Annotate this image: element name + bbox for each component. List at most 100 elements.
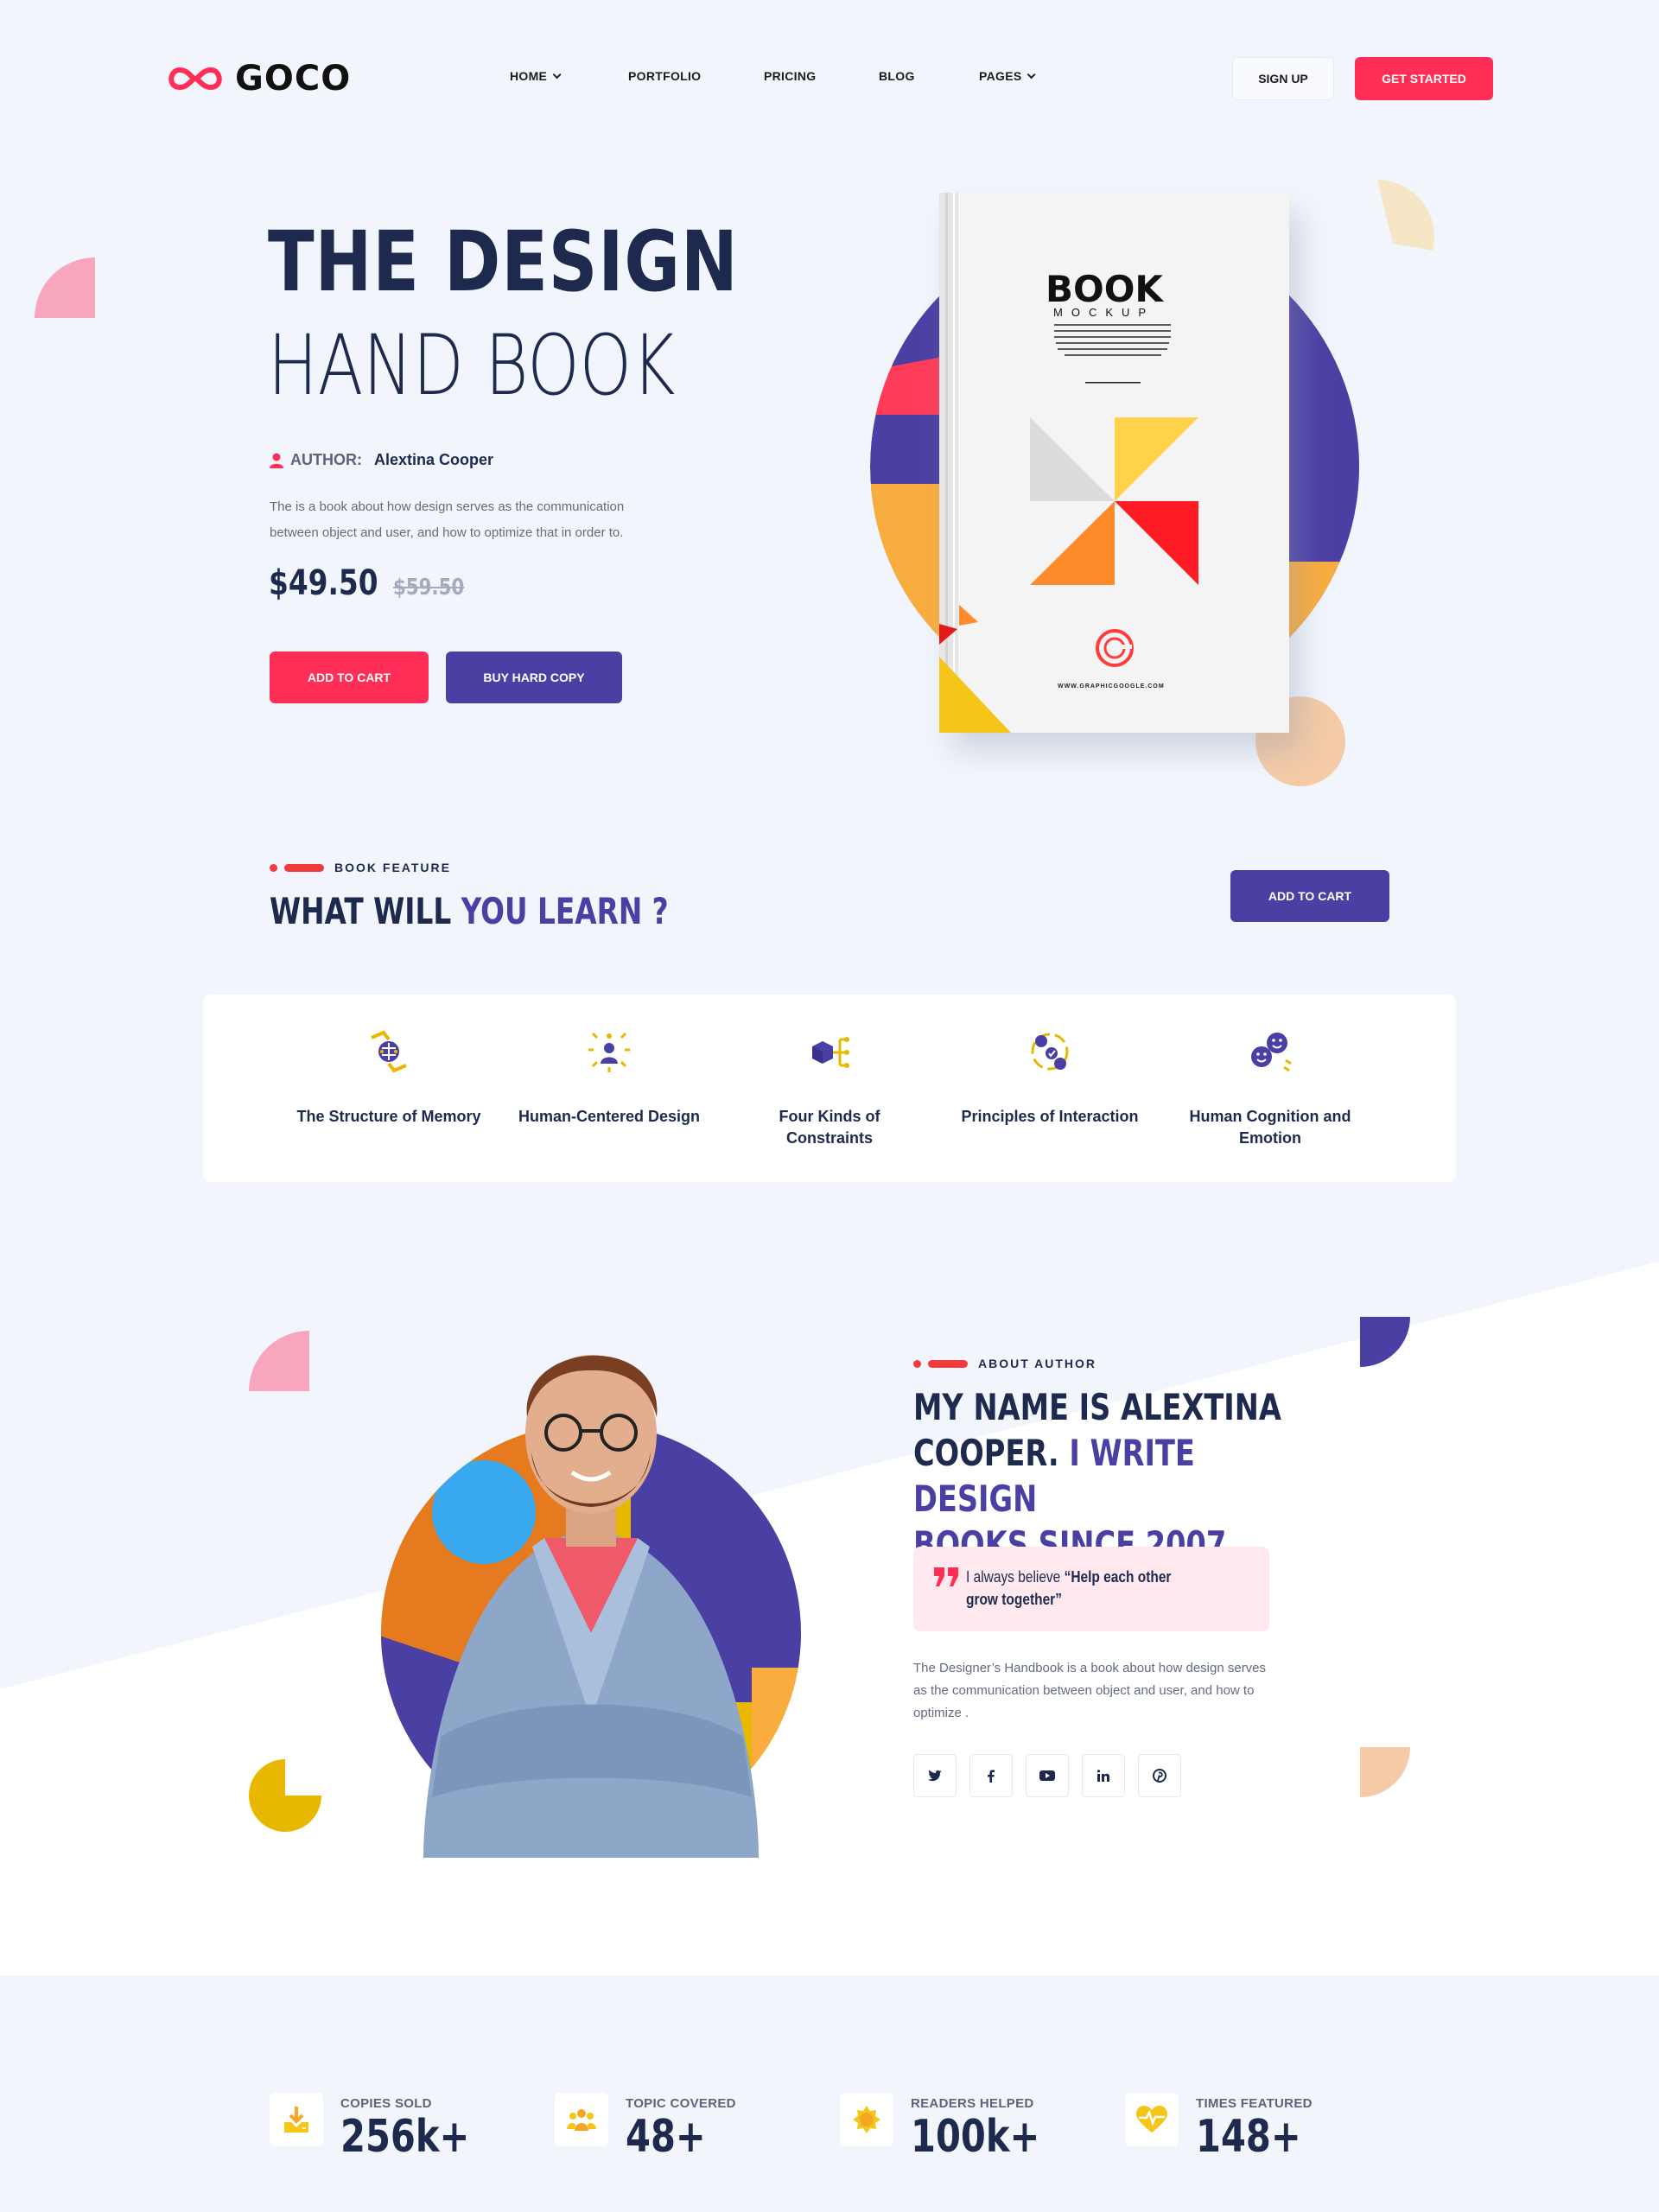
stat-label: READERS HELPED: [911, 2096, 1034, 2111]
main-nav: HOME PORTFOLIO PRICING BLOG PAGES: [510, 69, 1037, 83]
user-icon: [270, 453, 283, 468]
feature-label: Principles of Interaction: [961, 1108, 1139, 1125]
stat-label: TIMES FEATURED: [1196, 2096, 1313, 2111]
add-to-cart-button-2[interactable]: ADD TO CART: [1230, 870, 1389, 922]
person-idea-icon: [588, 1032, 630, 1072]
users-interaction-icon: [1031, 1033, 1069, 1071]
emotion-faces-icon: [1251, 1033, 1292, 1072]
quote-text: I always believe “Help each other grow t…: [966, 1566, 1234, 1611]
quote-bold-line2: grow together”: [966, 1591, 1062, 1608]
decor-pink-quarter-2: [249, 1331, 309, 1391]
hero-title-line2: HAND BOOK: [268, 317, 676, 414]
stat-icon-box: [840, 2093, 893, 2146]
pinterest-link[interactable]: [1138, 1754, 1181, 1797]
cube-network-icon: [812, 1037, 849, 1068]
feature-item: Principles of Interaction: [955, 1026, 1145, 1128]
nav-portfolio[interactable]: PORTFOLIO: [628, 69, 764, 83]
stat-label: TOPIC COVERED: [626, 2096, 736, 2111]
nav-blog-label: BLOG: [879, 69, 915, 83]
stat-icon-box: [1125, 2093, 1179, 2146]
author-heading: MY NAME IS ALEXTINA COOPER. I WRITE DESI…: [913, 1384, 1328, 1567]
nav-home[interactable]: HOME: [510, 69, 628, 83]
old-price: $59.50: [393, 575, 465, 601]
decor-yellow-pie: [249, 1759, 321, 1832]
book-mockup-image: [870, 193, 1359, 786]
infinity-logo-icon: [168, 67, 222, 91]
nav-pricing-label: PRICING: [764, 69, 817, 83]
eyebrow-bar: [928, 1359, 968, 1368]
author-label: AUTHOR:: [290, 451, 362, 468]
author-eyebrow: ABOUT AUTHOR: [913, 1357, 1096, 1370]
book-cover-subtitle: MOCKUP: [1053, 306, 1155, 319]
author-eyebrow-text: ABOUT AUTHOR: [978, 1357, 1097, 1370]
eyebrow-dot: [270, 863, 277, 872]
author-description: The Designer’s Handbook is a book about …: [913, 1661, 1267, 1720]
feature-item: Human Cognition and Emotion: [1175, 1026, 1365, 1149]
nav-home-label: HOME: [510, 69, 548, 83]
stat-item: TIMES FEATURED 148+: [1125, 2093, 1327, 2159]
sign-up-button[interactable]: SIGN UP: [1232, 57, 1334, 100]
stat-icon-box: [270, 2093, 323, 2146]
decor-peach-quarter: [1360, 1747, 1410, 1797]
features-card: The Structure of Memory Human-Centered D…: [203, 995, 1456, 1182]
feature-eyebrow: BOOK FEATURE: [270, 861, 451, 874]
linkedin-link[interactable]: [1082, 1754, 1125, 1797]
feature-title: WHAT WILL YOU LEARN ?: [270, 890, 669, 932]
author-heading-line2: COOPER.: [913, 1432, 1070, 1474]
youtube-icon: [1039, 1770, 1055, 1781]
book-cover-url: WWW.GRAPHICGOOGLE.COM: [1058, 683, 1165, 690]
nav-pricing[interactable]: PRICING: [764, 69, 879, 83]
stat-icon-box: [555, 2093, 608, 2146]
stats-section: [0, 1975, 1659, 2212]
chevron-down-icon: [552, 69, 562, 79]
buy-hard-copy-button[interactable]: BUY HARD COPY: [446, 652, 622, 703]
quote-prefix: I always believe: [966, 1568, 1065, 1586]
quote-icon: [934, 1567, 958, 1586]
author-photo: [381, 1355, 801, 1858]
eyebrow-bar: [284, 863, 324, 872]
author-heading-line1: MY NAME IS ALEXTINA: [913, 1386, 1281, 1428]
decor-pink-quarter: [35, 257, 95, 318]
price: $49.50: [269, 563, 378, 603]
quote-bold-line1: “Help each other: [1064, 1568, 1172, 1586]
feature-item: Four Kinds of Constraints: [734, 1026, 925, 1149]
author-line: AUTHOR: Alextina Cooper: [270, 451, 493, 469]
decor-purple-quarter: [1360, 1317, 1410, 1367]
stat-item: COPIES SOLD 256k+: [270, 2093, 502, 2159]
badge-icon: [853, 2106, 880, 2133]
eyebrow-dot: [913, 1359, 921, 1368]
feature-title-accent: YOU LEARN ?: [461, 890, 669, 932]
add-to-cart-button[interactable]: ADD TO CART: [270, 652, 429, 703]
get-started-button[interactable]: GET STARTED: [1355, 57, 1493, 100]
quote-box: I always believe “Help each other grow t…: [913, 1547, 1269, 1631]
brain-icon: [371, 1030, 407, 1073]
download-icon: [284, 2107, 308, 2133]
feature-label: Four Kinds of Constraints: [779, 1108, 880, 1147]
stat-value: 48+: [626, 2111, 706, 2163]
pinterest-icon: [1153, 1769, 1166, 1783]
social-links: [913, 1754, 1181, 1797]
youtube-link[interactable]: [1026, 1754, 1069, 1797]
feature-eyebrow-text: BOOK FEATURE: [334, 861, 451, 874]
background-diagonal-shape: [0, 1262, 1659, 1975]
stat-item: TOPIC COVERED 48+: [555, 2093, 736, 2159]
facebook-link[interactable]: [969, 1754, 1013, 1797]
heart-pulse-icon: [1136, 2106, 1167, 2133]
stat-value: 256k+: [340, 2111, 470, 2163]
linkedin-icon: [1097, 1770, 1109, 1782]
nav-blog[interactable]: BLOG: [879, 69, 979, 83]
feature-label: Human-Centered Design: [518, 1108, 701, 1125]
twitter-link[interactable]: [913, 1754, 957, 1797]
stat-label: COPIES SOLD: [340, 2096, 432, 2111]
hero-title-line1: THE DESIGN: [268, 213, 739, 310]
feature-item: Human-Centered Design: [514, 1026, 704, 1128]
nav-pages[interactable]: PAGES: [979, 69, 1037, 83]
group-icon: [567, 2109, 596, 2131]
author-name: Alextina Cooper: [374, 451, 494, 468]
feature-label: Human Cognition and Emotion: [1189, 1108, 1351, 1147]
logo[interactable]: GOCO: [164, 59, 351, 99]
twitter-icon: [928, 1770, 942, 1782]
nav-portfolio-label: PORTFOLIO: [628, 69, 702, 83]
feature-label: The Structure of Memory: [296, 1108, 481, 1125]
stat-item: READERS HELPED 100k+: [840, 2093, 1072, 2159]
